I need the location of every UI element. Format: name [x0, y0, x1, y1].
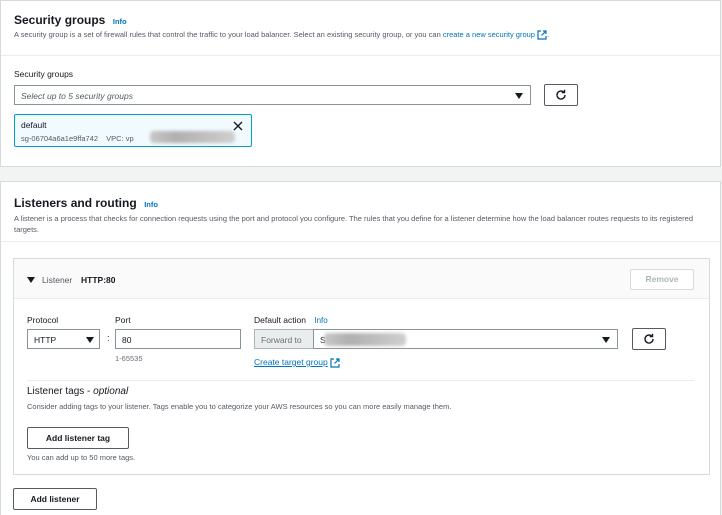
security-groups-select[interactable]: Select up to 5 security groups — [14, 85, 531, 105]
port-label: Port — [115, 315, 131, 325]
listener-label: Listener — [42, 275, 73, 285]
listeners-title: Listeners and routing — [14, 196, 137, 210]
protocol-port-separator: : — [107, 333, 110, 343]
security-groups-select-placeholder: Select up to 5 security groups — [21, 91, 133, 101]
create-target-group-link[interactable]: Create target group — [254, 357, 328, 367]
security-groups-header: Security groups Info A security group is… — [1, 1, 720, 56]
port-value: 80 — [122, 335, 132, 345]
create-security-group-link[interactable]: create a new security group — [443, 30, 535, 39]
security-groups-field-label: Security groups — [14, 69, 74, 79]
listener-tags-title: Listener tags - optional — [27, 386, 129, 397]
security-group-name: default — [21, 120, 47, 130]
caret-down-icon — [602, 337, 610, 343]
remove-listener-button[interactable]: Remove — [630, 269, 694, 290]
default-action-info-link[interactable]: Info — [314, 316, 327, 325]
listener-tags-description: Consider adding tags to your listener. T… — [27, 402, 452, 411]
refresh-target-groups-button[interactable] — [632, 328, 666, 350]
protocol-select[interactable]: HTTP — [27, 329, 100, 349]
refresh-icon — [644, 333, 654, 344]
close-icon[interactable] — [233, 121, 243, 131]
target-group-select[interactable]: S — [313, 329, 618, 349]
refresh-icon — [556, 89, 566, 100]
create-target-group: Create target group — [254, 357, 340, 368]
add-listener-button[interactable]: Add listener — [13, 488, 97, 510]
listener-tags-hint: You can add up to 50 more tags. — [27, 453, 136, 462]
forward-to-label: Forward to — [261, 335, 302, 345]
triangle-down-icon[interactable] — [27, 277, 35, 283]
security-group-vpc: VPC: vp — [106, 134, 134, 143]
protocol-value: HTTP — [34, 335, 57, 345]
listeners-header: Listeners and routing Info A listener is… — [1, 182, 720, 242]
refresh-security-groups-button[interactable] — [544, 84, 578, 106]
security-group-meta: sg-06704a6a1e9ffa742 VPC: vp — [21, 134, 134, 143]
listeners-panel: Listeners and routing Info A listener is… — [0, 181, 721, 515]
external-link-icon[interactable] — [537, 30, 547, 40]
listener-name: HTTP:80 — [81, 275, 116, 285]
listeners-description: A listener is a process that checks for … — [14, 214, 693, 234]
listeners-info-link[interactable]: Info — [144, 200, 158, 209]
redacted-target-group — [324, 333, 406, 346]
default-action-label: Default action Info — [254, 315, 328, 325]
caret-down-icon — [515, 93, 523, 99]
security-groups-info-link[interactable]: Info — [113, 17, 127, 26]
port-hint: 1-65535 — [115, 354, 143, 363]
port-input[interactable]: 80 — [115, 329, 241, 349]
redacted-vpc-id — [150, 131, 235, 143]
security-group-id: sg-06704a6a1e9ffa742 — [21, 134, 99, 143]
listener-tags-divider — [27, 380, 694, 381]
security-groups-description: A security group is a set of firewall ru… — [14, 30, 550, 40]
listener-card: Listener HTTP:80 Remove Protocol HTTP : … — [13, 258, 710, 475]
external-link-icon[interactable] — [330, 358, 340, 368]
selected-security-group-token: default sg-06704a6a1e9ffa742 VPC: vp — [14, 114, 252, 147]
security-groups-panel: Security groups Info A security group is… — [0, 0, 721, 167]
add-listener-tag-button[interactable]: Add listener tag — [27, 427, 129, 449]
protocol-label: Protocol — [27, 315, 59, 325]
caret-down-icon — [86, 337, 94, 343]
listener-card-header[interactable]: Listener HTTP:80 Remove — [14, 259, 709, 299]
forward-to-addon: Forward to — [254, 329, 314, 349]
security-groups-title: Security groups — [14, 13, 106, 27]
